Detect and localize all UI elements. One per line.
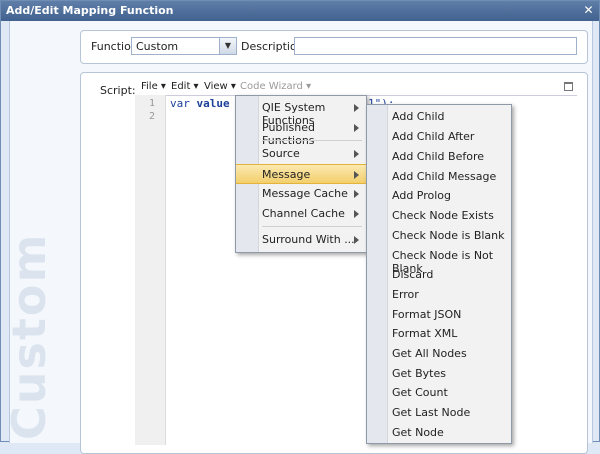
chevron-right-icon [354, 190, 359, 198]
function-select[interactable]: Custom ▼ [131, 37, 237, 55]
close-icon[interactable]: ✕ [582, 4, 595, 17]
menu-item-source[interactable]: Source [236, 144, 366, 164]
submenu-item-get-node[interactable]: Get Node [367, 423, 511, 442]
menu-item-message-cache[interactable]: Message Cache [236, 184, 366, 204]
code-wizard-menu: QIE System Functions Published Functions… [235, 95, 367, 253]
line-gutter [135, 95, 166, 445]
menu-item-qie-system-functions[interactable]: QIE System Functions [236, 98, 366, 127]
submenu-item-add-prolog[interactable]: Add Prolog [367, 186, 511, 205]
submenu-item-format-json[interactable]: Format JSON [367, 305, 511, 324]
maximize-icon[interactable] [564, 82, 573, 91]
menu-view[interactable]: View ▾ [204, 81, 236, 92]
submenu-item-get-all-nodes[interactable]: Get All Nodes [367, 344, 511, 363]
menu-separator [262, 140, 362, 141]
window-title: Add/Edit Mapping Function [6, 4, 174, 17]
function-select-value: Custom [136, 40, 179, 53]
code-line: var value [170, 97, 230, 110]
submenu-item-format-xml[interactable]: Format XML [367, 324, 511, 343]
code-identifier: value [196, 97, 230, 110]
menu-edit[interactable]: Edit ▾ [171, 81, 199, 92]
submenu-item-get-bytes[interactable]: Get Bytes [367, 364, 511, 383]
submenu-item-get-count[interactable]: Get Count [367, 383, 511, 402]
watermark-text: Custom [2, 232, 56, 440]
chevron-right-icon [354, 124, 359, 132]
code-keyword: var [170, 97, 190, 110]
menu-item-published-functions[interactable]: Published Functions [236, 118, 366, 147]
submenu-item-add-child[interactable]: Add Child [367, 107, 511, 126]
submenu-item-get-last-node[interactable]: Get Last Node [367, 403, 511, 422]
chevron-right-icon [354, 210, 359, 218]
menu-code-wizard[interactable]: Code Wizard ▾ [240, 81, 311, 92]
menu-item-message[interactable]: Message [236, 164, 366, 184]
message-submenu: Add Child Add Child After Add Child Befo… [366, 104, 512, 444]
menu-separator [262, 226, 362, 227]
submenu-item-check-node-exists[interactable]: Check Node Exists [367, 206, 511, 225]
editor-menubar: File ▾ Edit ▾ View ▾ Code Wizard ▾ [133, 80, 577, 95]
menu-item-surround-with[interactable]: Surround With ... [236, 230, 366, 250]
line-number: 2 [148, 111, 155, 122]
menu-item-channel-cache[interactable]: Channel Cache [236, 204, 366, 224]
chevron-right-icon [354, 236, 359, 244]
chevron-down-icon[interactable]: ▼ [219, 38, 236, 54]
submenu-item-discard[interactable]: Discard [367, 265, 511, 284]
menu-file[interactable]: File ▾ [141, 81, 166, 92]
submenu-item-add-child-message[interactable]: Add Child Message [367, 167, 511, 186]
chevron-right-icon [354, 171, 359, 179]
submenu-item-add-child-before[interactable]: Add Child Before [367, 147, 511, 166]
submenu-item-check-node-is-blank[interactable]: Check Node is Blank [367, 226, 511, 245]
line-number: 1 [148, 98, 155, 109]
submenu-item-check-node-is-not-blank[interactable]: Check Node is Not Blank [367, 246, 511, 275]
description-input[interactable] [294, 37, 577, 55]
title-bar[interactable]: Add/Edit Mapping Function ✕ [1, 1, 599, 21]
submenu-item-add-child-after[interactable]: Add Child After [367, 127, 511, 146]
submenu-item-error[interactable]: Error [367, 285, 511, 304]
chevron-right-icon [354, 150, 359, 158]
script-label: Script: [100, 84, 136, 97]
chevron-right-icon [354, 104, 359, 112]
